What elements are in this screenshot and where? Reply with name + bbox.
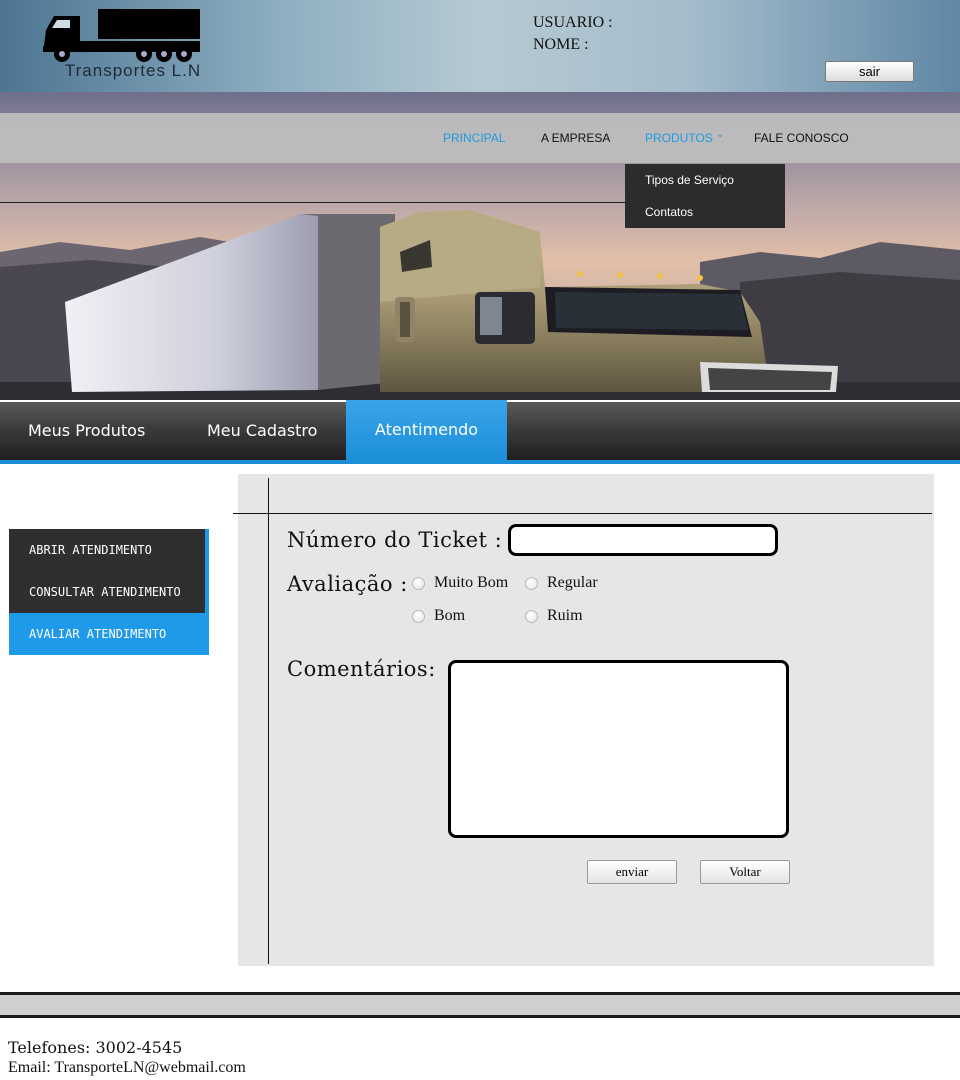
dropdown-item-contatos[interactable]: Contatos xyxy=(645,205,693,219)
produtos-dropdown-menu: Tipos de Serviço Contatos xyxy=(625,164,785,228)
rating-option-label: Ruim xyxy=(547,607,583,624)
nav-fale-conosco[interactable]: FALE CONOSCO xyxy=(754,131,849,145)
rating-option-label: Muito Bom xyxy=(434,574,509,591)
panel-divider-vertical xyxy=(268,478,269,964)
footer-email: Email: TransporteLN@webmail.com xyxy=(8,1059,246,1076)
radio-button[interactable] xyxy=(412,610,425,623)
user-info: USUARIO : NOME : xyxy=(533,12,613,56)
tab-meu-cadastro[interactable]: Meu Cadastro xyxy=(207,402,317,460)
footer-bar xyxy=(0,992,960,1018)
sidebar-item-abrir-atendimento[interactable]: ABRIR ATENDIMENTO xyxy=(9,529,205,571)
sidebar-accent-bar xyxy=(205,529,209,613)
truck-logo-icon xyxy=(43,9,200,62)
rating-option-label: Bom xyxy=(434,607,466,624)
sidebar-item-avaliar-atendimento[interactable]: AVALIAR ATENDIMENTO xyxy=(9,613,209,655)
submit-button[interactable]: enviar xyxy=(587,860,677,884)
chevron-down-icon: ⌄ xyxy=(716,129,725,140)
ticket-number-input[interactable] xyxy=(508,524,778,556)
company-logo[interactable]: Transportes L.N xyxy=(40,8,205,84)
section-tab-bar: Meus Produtos Meu Cadastro Atentimendo xyxy=(0,400,960,464)
rating-label: Avaliação : xyxy=(287,572,408,596)
nav-produtos[interactable]: PRODUTOS xyxy=(645,131,713,145)
nav-principal[interactable]: PRINCIPAL xyxy=(443,131,505,145)
sidebar-item-consultar-atendimento[interactable]: CONSULTAR ATENDIMENTO xyxy=(9,571,205,613)
comments-label: Comentários: xyxy=(287,657,436,681)
name-label: NOME : xyxy=(533,36,589,53)
dropdown-item-tipos-servico[interactable]: Tipos de Serviço xyxy=(645,173,734,187)
logo-text: Transportes L.N xyxy=(64,61,202,80)
user-label: USUARIO : xyxy=(533,14,613,31)
tab-atentimendo[interactable]: Atentimendo xyxy=(346,400,507,460)
sidebar-menu: ABRIR ATENDIMENTO CONSULTAR ATENDIMENTO … xyxy=(9,529,209,655)
radio-button[interactable] xyxy=(412,577,425,590)
tab-meus-produtos[interactable]: Meus Produtos xyxy=(28,402,145,460)
footer-phone: Telefones: 3002-4545 xyxy=(8,1038,183,1057)
rating-option-label: Regular xyxy=(547,574,598,591)
comments-textarea[interactable] xyxy=(448,660,789,838)
radio-button[interactable] xyxy=(525,610,538,623)
logout-button[interactable]: sair xyxy=(825,61,914,82)
back-button[interactable]: Voltar xyxy=(700,860,790,884)
panel-divider-horizontal xyxy=(233,513,932,514)
ticket-label: Número do Ticket : xyxy=(287,528,503,552)
radio-button[interactable] xyxy=(525,577,538,590)
site-header: Transportes L.N USUARIO : NOME : sair xyxy=(0,0,960,92)
nav-a-empresa[interactable]: A EMPRESA xyxy=(541,131,610,145)
divider xyxy=(0,202,625,203)
